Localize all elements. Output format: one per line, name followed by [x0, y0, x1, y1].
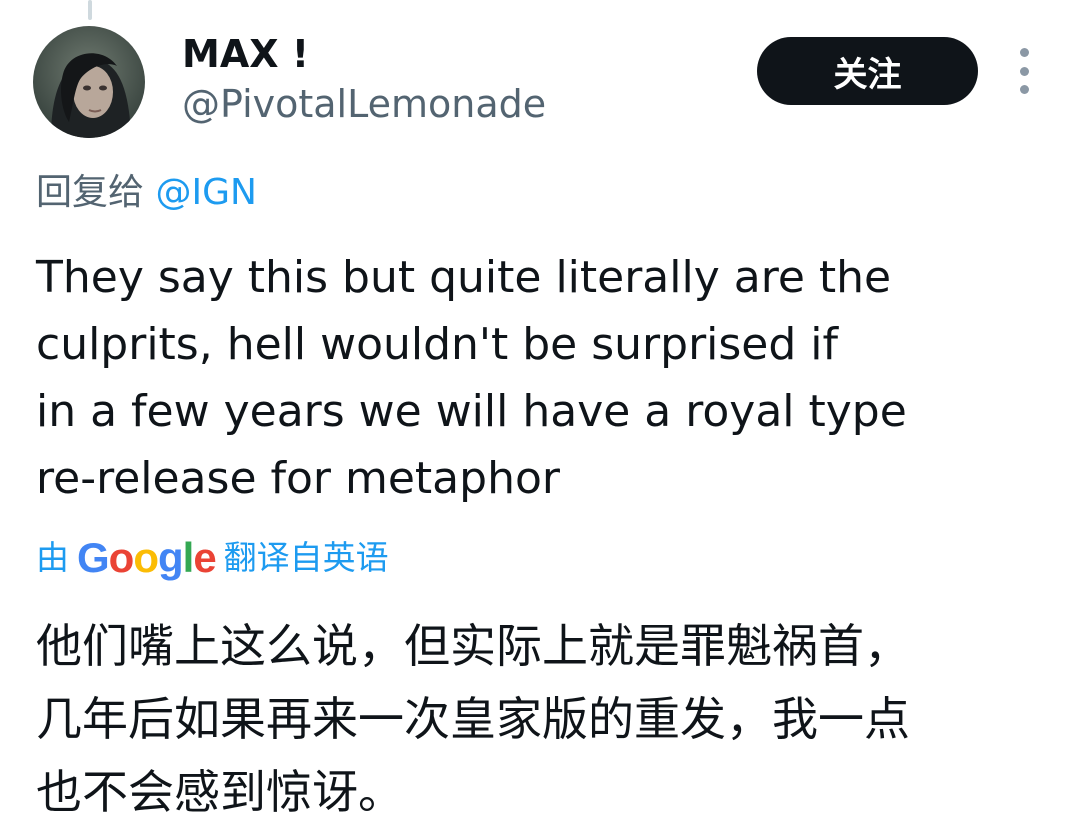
more-dot: [1019, 66, 1029, 76]
tweet-text-line: re-release for metaphor: [36, 453, 560, 504]
tweet-text-line: in a few years we will have a royal type: [36, 386, 907, 437]
more-dot: [1019, 85, 1029, 94]
avatar[interactable]: [33, 26, 145, 138]
translated-by-link[interactable]: 由 Google 翻译自英语: [36, 533, 389, 583]
reply-context: 回复给 @IGN: [36, 168, 257, 218]
tweet-text: They say this but quite literally are th…: [36, 244, 1036, 512]
translated-by-prefix: 由: [36, 538, 69, 577]
translated-text-line: 他们嘴上这么说，但实际上就是罪魁祸首，: [36, 619, 910, 673]
translated-text-line: 也不会感到惊讶。: [36, 765, 404, 819]
author-handle[interactable]: @PivotalLemonade: [182, 78, 546, 130]
follow-button[interactable]: 关注: [757, 37, 978, 105]
tweet-text-line: culprits, hell wouldn't be surprised if: [36, 319, 839, 370]
tweet-text-line: They say this but quite literally are th…: [36, 252, 892, 303]
reply-prefix: 回复给: [36, 172, 145, 213]
thread-connector-line: [88, 0, 92, 20]
reply-mention-link[interactable]: @IGN: [155, 172, 256, 213]
more-dot: [1019, 48, 1029, 57]
author-display-name[interactable]: MAX !: [182, 28, 309, 80]
avatar-image: [33, 26, 145, 138]
translated-text-line: 几年后如果再来一次皇家版的重发，我一点: [36, 692, 910, 746]
translated-by-suffix: 翻译自英语: [223, 538, 389, 577]
more-vertical-icon[interactable]: [1008, 48, 1040, 94]
google-logo: Google: [77, 534, 217, 581]
translated-text: 他们嘴上这么说，但实际上就是罪魁祸首， 几年后如果再来一次皇家版的重发，我一点 …: [36, 610, 1046, 829]
